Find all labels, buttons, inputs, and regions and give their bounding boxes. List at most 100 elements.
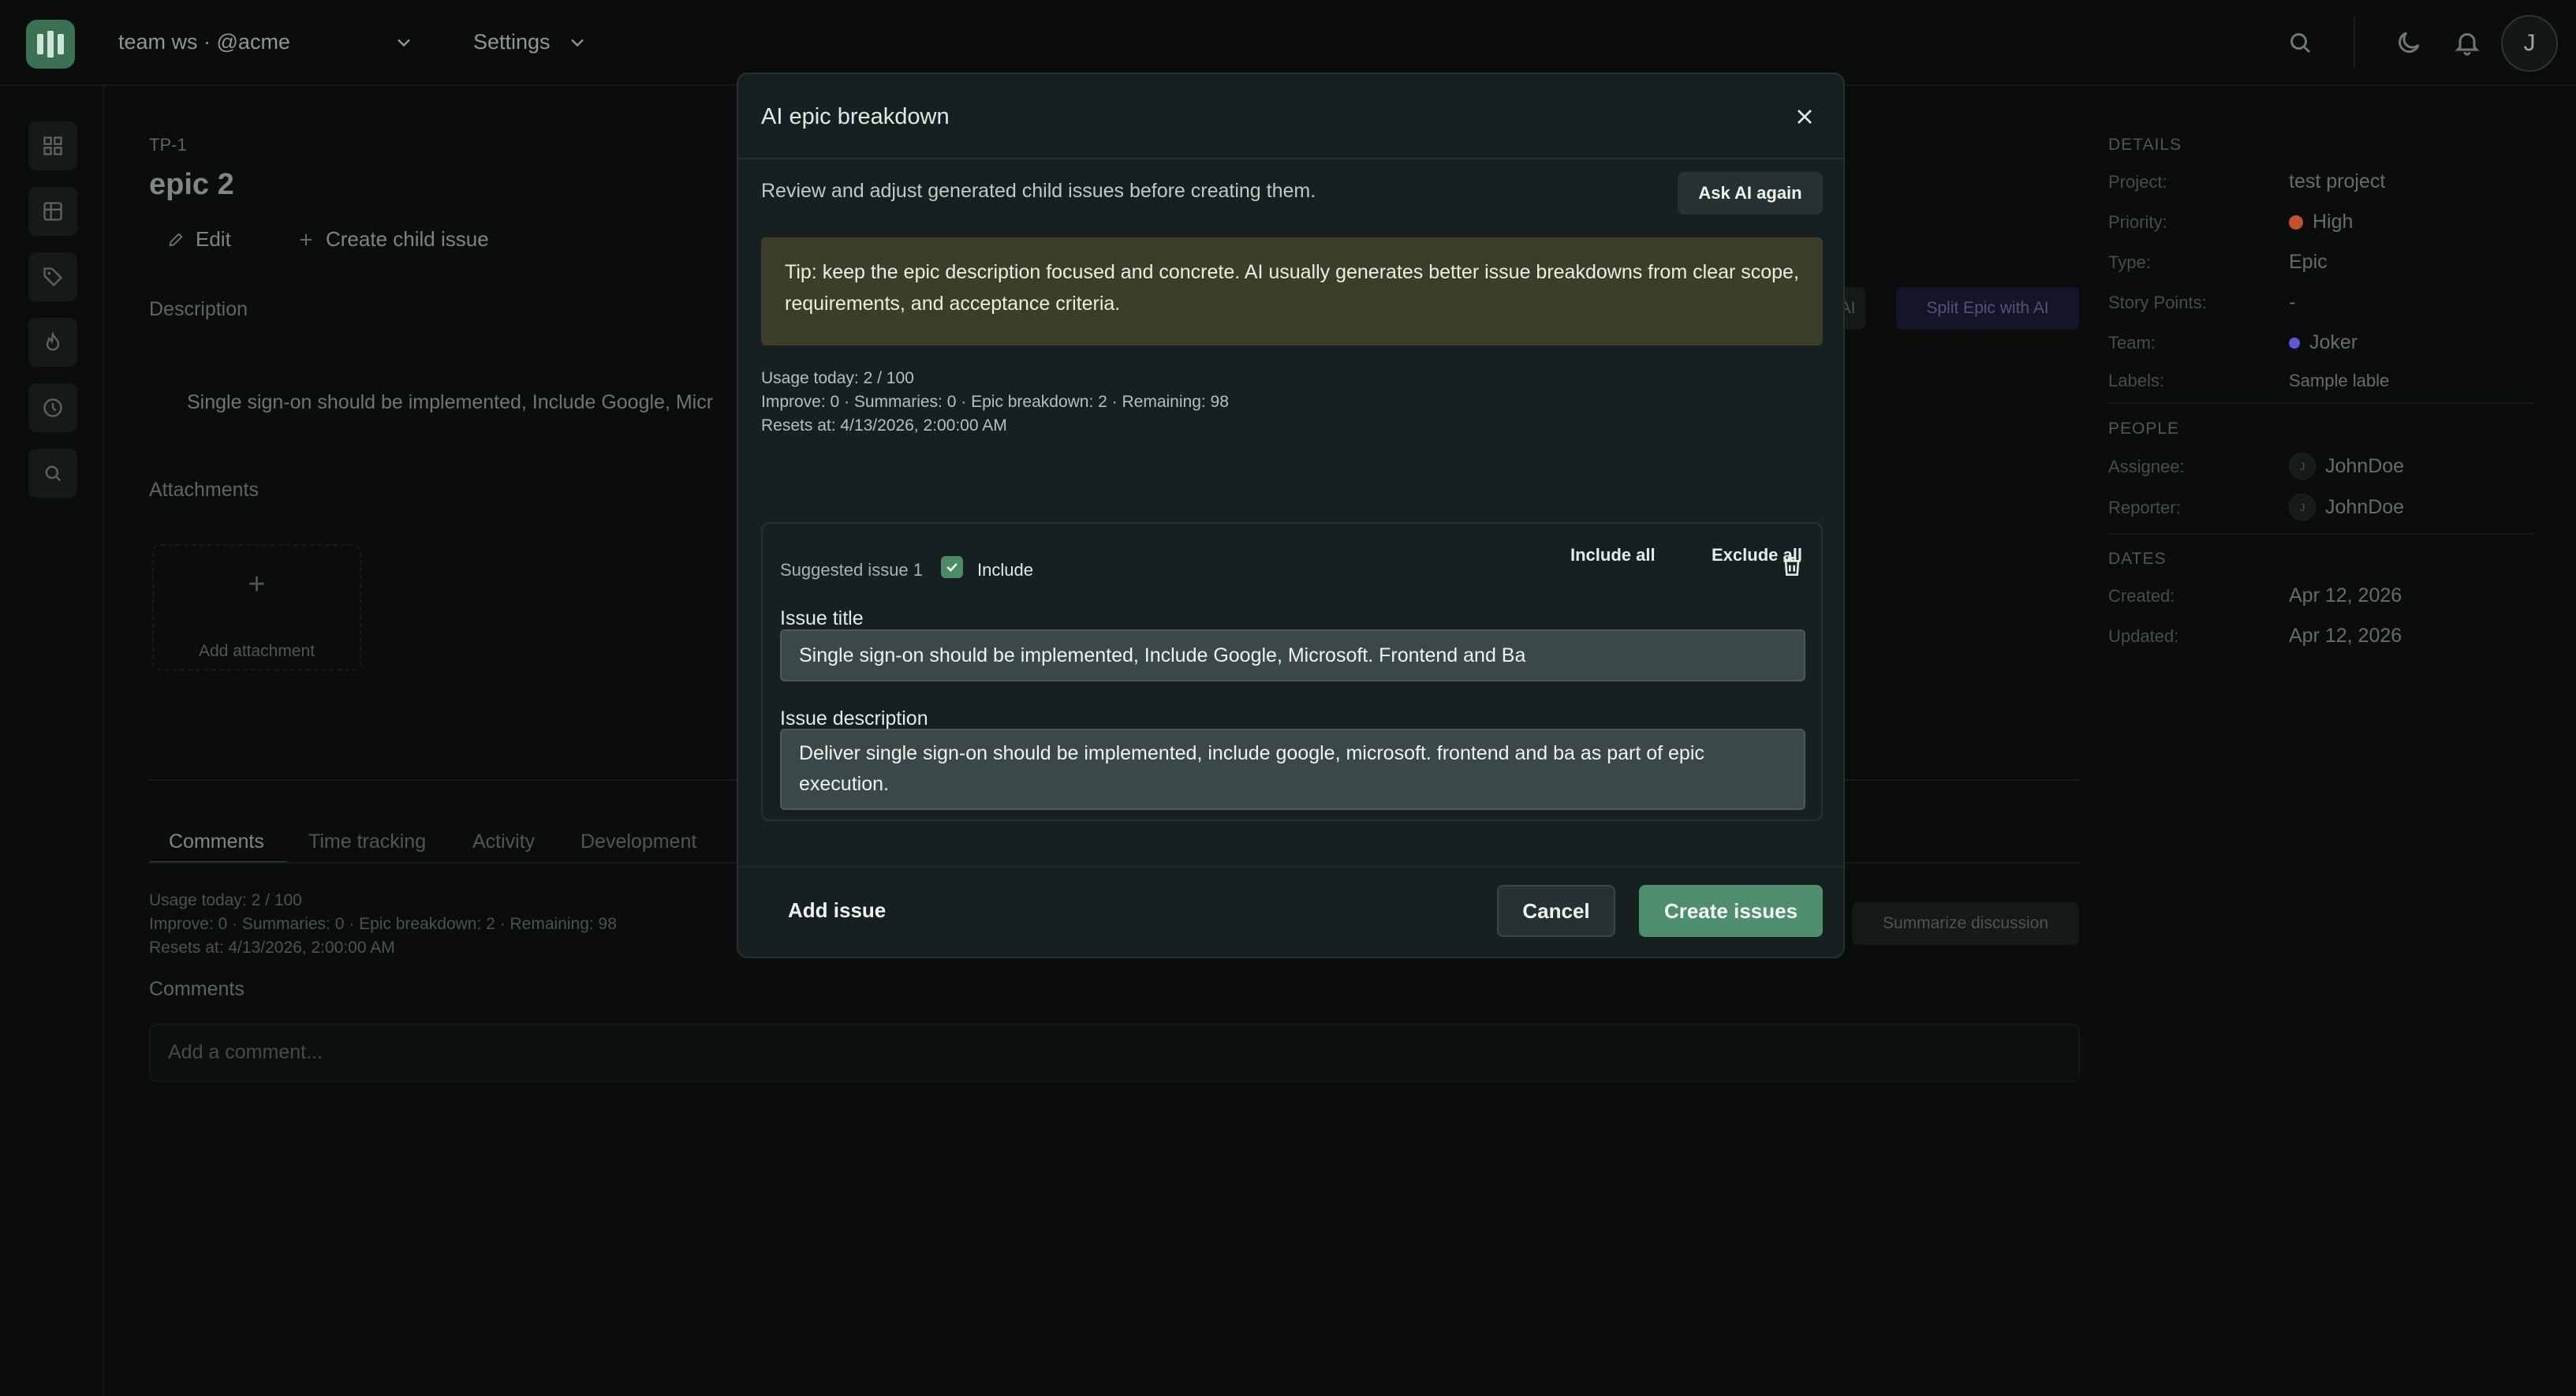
detail-value: High <box>2313 211 2354 233</box>
detail-value: test project <box>2289 170 2386 192</box>
dialog-header: AI epic breakdown <box>738 74 1843 159</box>
priority-dot-icon <box>2289 215 2303 230</box>
user-avatar[interactable]: J <box>2501 15 2558 72</box>
flame-icon <box>46 331 60 351</box>
detail-value: Epic <box>2289 251 2328 273</box>
summarize-discussion-button[interactable]: Summarize discussion <box>1852 902 2079 945</box>
search-icon <box>45 465 62 482</box>
rail-board[interactable] <box>28 187 77 236</box>
usage-reset: Resets at: 4/13/2026, 2:00:00 AM <box>149 939 395 957</box>
dialog-subtitle: Review and adjust generated child issues… <box>761 180 1316 202</box>
add-attachment-dropzone[interactable]: + Add attachment <box>152 544 361 670</box>
chevron-down-icon[interactable] <box>566 32 588 54</box>
create-child-issue-label: Create child issue <box>326 227 489 251</box>
priority-value[interactable]: High <box>2289 211 2353 233</box>
rail-dashboard[interactable] <box>28 121 77 170</box>
create-child-issue-button[interactable]: Create child issue <box>297 227 489 252</box>
search-icon[interactable] <box>2286 28 2314 57</box>
plus-icon: + <box>248 568 266 601</box>
usage-today: Usage today: 2 / 100 <box>761 369 914 387</box>
assignee-value[interactable]: J JohnDoe <box>2289 453 2404 480</box>
edit-label: Edit <box>196 227 231 251</box>
detail-key: Reporter: <box>2108 498 2181 517</box>
team-dot-icon <box>2289 337 2300 349</box>
tab-comments[interactable]: Comments <box>169 831 264 853</box>
board-icon <box>43 202 62 221</box>
left-rail <box>0 86 104 1396</box>
labels-value[interactable]: Sample lable <box>2289 371 2389 391</box>
dates-heading: DATES <box>2108 550 2167 568</box>
rail-history[interactable] <box>28 383 77 432</box>
rail-search[interactable] <box>28 449 77 498</box>
issue-description-label: Issue description <box>780 707 928 730</box>
detail-value: Sample lable <box>2289 371 2390 390</box>
usage-reset: Resets at: 4/13/2026, 2:00:00 AM <box>761 416 1007 435</box>
edit-button[interactable]: Edit <box>167 227 231 252</box>
issue-key: TP-1 <box>149 135 187 155</box>
plus-icon <box>300 233 312 245</box>
tab-time-tracking[interactable]: Time tracking <box>308 831 426 853</box>
moon-icon[interactable] <box>2395 28 2423 57</box>
story-points-value[interactable]: - <box>2289 291 2295 314</box>
tab-development[interactable]: Development <box>581 831 696 853</box>
detail-key: Created: <box>2108 586 2175 606</box>
workspace-switcher[interactable]: team ws · @acme <box>118 30 290 54</box>
trash-icon[interactable] <box>1779 554 1805 579</box>
suggested-issue-label: Suggested issue 1 <box>780 560 924 580</box>
close-icon[interactable] <box>1792 104 1817 129</box>
tip-banner: Tip: keep the epic description focused a… <box>761 237 1823 345</box>
rail-activity[interactable] <box>28 318 77 367</box>
comments-heading: Comments <box>149 978 245 1000</box>
add-issue-button[interactable]: Add issue <box>788 898 886 923</box>
issue-title-input[interactable]: Single sign-on should be implemented, In… <box>780 629 1805 681</box>
include-checkbox[interactable] <box>941 556 963 578</box>
grid-icon <box>43 136 62 155</box>
tab-activity[interactable]: Activity <box>472 831 535 853</box>
detail-key: Priority: <box>2108 212 2167 232</box>
comment-placeholder: Add a comment... <box>168 1041 323 1063</box>
split-epic-button[interactable]: Split Epic with AI <box>1896 287 2079 330</box>
divider <box>2108 533 2534 535</box>
type-value[interactable]: Epic <box>2289 251 2328 274</box>
toolbar-divider <box>2354 17 2355 68</box>
detail-key: Story Points: <box>2108 293 2207 312</box>
created-value: Apr 12, 2026 <box>2289 584 2402 607</box>
description-heading: Description <box>149 298 248 320</box>
description-text: Single sign-on should be implemented, In… <box>187 391 714 413</box>
suggested-issue-card: Suggested issue 1 Include Issue title Si… <box>761 522 1823 821</box>
divider <box>2108 402 2534 404</box>
app-logo-icon[interactable] <box>26 20 75 69</box>
issue-title-label: Issue title <box>780 607 864 629</box>
rail-labels[interactable] <box>28 252 77 301</box>
detail-key: Assignee: <box>2108 457 2185 476</box>
tag-icon <box>43 267 63 287</box>
detail-value: Apr 12, 2026 <box>2289 584 2402 607</box>
updated-value: Apr 12, 2026 <box>2289 625 2402 648</box>
add-attachment-label: Add attachment <box>198 642 315 660</box>
comment-input[interactable]: Add a comment... <box>149 1024 2080 1082</box>
ai-epic-breakdown-dialog: AI epic breakdown Review and adjust gene… <box>737 73 1845 958</box>
dialog-title: AI epic breakdown <box>761 104 950 129</box>
issue-description-textarea[interactable]: Deliver single sign-on should be impleme… <box>780 729 1805 810</box>
include-label: Include <box>977 560 1033 580</box>
reporter-value[interactable]: J JohnDoe <box>2289 494 2404 521</box>
chevron-down-icon[interactable] <box>393 32 415 54</box>
ask-ai-again-button[interactable]: Ask AI again <box>1678 172 1823 215</box>
team-value[interactable]: Joker <box>2289 331 2358 354</box>
detail-key: Project: <box>2108 172 2167 192</box>
avatar: J <box>2289 494 2316 521</box>
dialog-footer-divider <box>738 866 1843 868</box>
detail-value: Joker <box>2309 331 2358 353</box>
detail-key: Team: <box>2108 333 2156 353</box>
usage-today: Usage today: 2 / 100 <box>149 891 302 909</box>
cancel-button[interactable]: Cancel <box>1497 885 1615 937</box>
settings-menu[interactable]: Settings <box>473 30 551 54</box>
usage-breakdown: Improve: 0 · Summaries: 0 · Epic breakdo… <box>149 915 617 933</box>
detail-key: Type: <box>2108 252 2151 272</box>
bell-icon[interactable] <box>2453 28 2481 57</box>
clock-icon <box>43 398 62 417</box>
usage-breakdown: Improve: 0 · Summaries: 0 · Epic breakdo… <box>761 393 1229 411</box>
create-issues-button[interactable]: Create issues <box>1639 885 1823 937</box>
details-heading: DETAILS <box>2108 136 2182 154</box>
project-value[interactable]: test project <box>2289 170 2385 193</box>
